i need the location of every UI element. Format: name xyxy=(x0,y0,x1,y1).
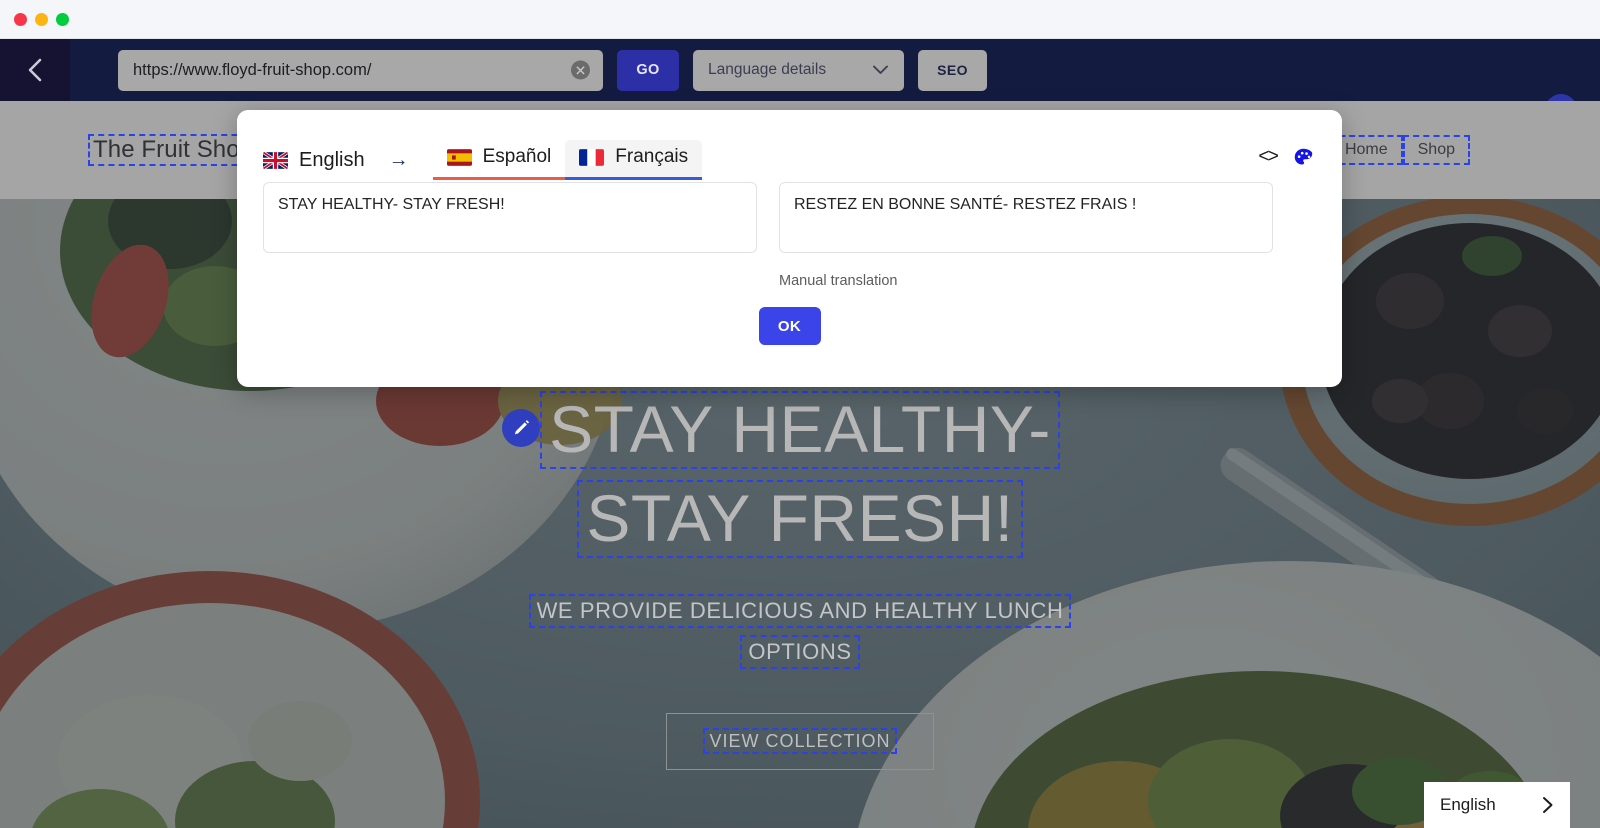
hero-headline-line2[interactable]: STAY FRESH! xyxy=(577,479,1023,558)
tab-francais-label: Français xyxy=(615,146,689,167)
brand-title[interactable]: The Fruit Shop xyxy=(88,133,259,167)
view-collection-button[interactable]: VIEW COLLECTION xyxy=(666,712,934,770)
source-language-label: English xyxy=(299,148,365,171)
source-column xyxy=(263,182,757,289)
code-brackets-icon[interactable]: <> xyxy=(1258,146,1279,168)
flag-uk-icon xyxy=(263,151,288,169)
language-details-dropdown[interactable]: Language details xyxy=(693,49,904,91)
palette-icon[interactable] xyxy=(1293,147,1314,168)
language-details-label: Language details xyxy=(708,61,827,78)
hero-headline-line1[interactable]: STAY HEALTHY- xyxy=(540,391,1060,469)
back-button[interactable] xyxy=(0,39,70,101)
ok-button[interactable]: OK xyxy=(758,307,821,345)
app-window: ✕ GO Language details SEO ? xyxy=(0,0,1600,828)
nav-item-shop[interactable]: Shop xyxy=(1402,135,1470,165)
source-text-input[interactable] xyxy=(263,182,757,253)
go-button[interactable]: GO xyxy=(617,49,679,91)
chevron-right-icon xyxy=(1543,797,1553,813)
translation-modal: English → Español Français <> STAY HEALT… xyxy=(237,110,1342,387)
url-field-wrapper: ✕ xyxy=(118,49,603,91)
browser-toolbar: ✕ GO Language details SEO ? xyxy=(0,39,1600,126)
headline-row-1: STAY HEALTHY- xyxy=(502,391,1060,469)
seo-button[interactable]: SEO xyxy=(918,49,987,91)
pencil-icon xyxy=(514,419,529,434)
edit-text-button[interactable] xyxy=(502,409,541,447)
tab-francais[interactable]: Français xyxy=(565,140,703,180)
flag-france-icon xyxy=(579,148,605,166)
modal-body: Manual translation xyxy=(237,182,1342,289)
toolbar-controls: ✕ GO Language details SEO xyxy=(70,39,1600,101)
clear-circle-icon[interactable]: ✕ xyxy=(571,60,590,80)
window-minimize-button[interactable] xyxy=(35,12,48,26)
view-collection-label: VIEW COLLECTION xyxy=(703,727,897,754)
site-nav: Home Shop xyxy=(1329,135,1470,165)
modal-header-tools: <> xyxy=(1258,146,1314,168)
modal-header: English → Español Français <> xyxy=(237,110,1342,182)
hero-subline-line2[interactable]: OPTIONS xyxy=(740,634,860,669)
source-language: English xyxy=(263,149,365,172)
window-zoom-button[interactable] xyxy=(56,12,69,26)
window-titlebar xyxy=(0,0,1600,39)
url-input[interactable] xyxy=(118,49,603,91)
target-language-tabs: Español Français xyxy=(432,140,703,180)
flag-spain-icon xyxy=(446,148,472,166)
tab-espanol-label: Español xyxy=(482,146,552,167)
hero-subline-line1[interactable]: WE PROVIDE DELICIOUS AND HEALTHY LUNCH xyxy=(528,593,1072,628)
translation-hint: Manual translation xyxy=(779,273,898,289)
site-language-switcher[interactable]: English xyxy=(1424,782,1570,828)
window-close-button[interactable] xyxy=(14,12,27,26)
tab-espanol[interactable]: Español xyxy=(432,140,566,180)
site-language-label: English xyxy=(1440,795,1496,814)
hero-content: STAY HEALTHY- STAY FRESH! WE PROVIDE DEL… xyxy=(0,391,1600,770)
modal-footer: OK xyxy=(237,307,1342,345)
target-text-input[interactable] xyxy=(779,182,1273,253)
arrow-icon: → xyxy=(388,148,409,171)
target-column: Manual translation xyxy=(779,182,1273,289)
chevron-left-icon xyxy=(28,58,42,82)
chevron-down-icon xyxy=(873,65,888,74)
